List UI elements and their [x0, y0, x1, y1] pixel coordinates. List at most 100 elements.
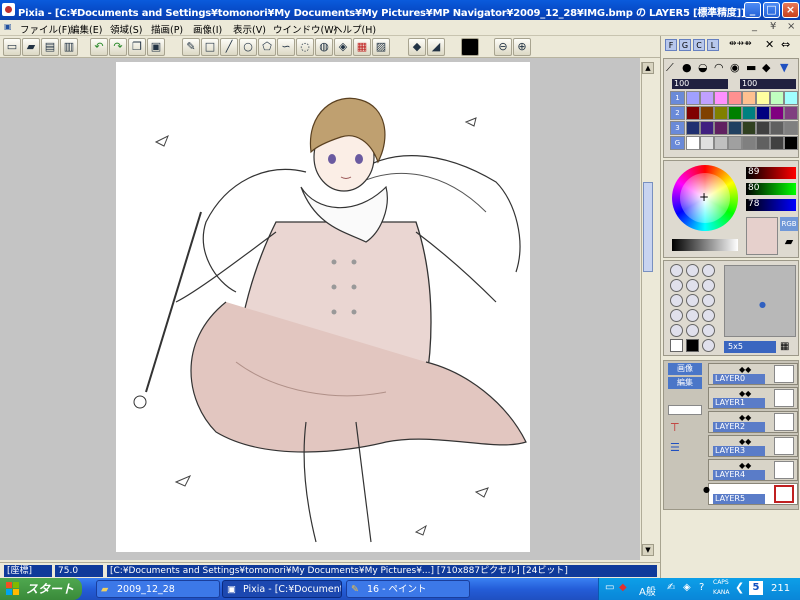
brush-preset[interactable] — [670, 324, 683, 337]
open-icon[interactable]: ▰ — [22, 38, 40, 56]
palette-swatch[interactable] — [728, 106, 742, 120]
zoom-in-icon[interactable]: ⊕ — [513, 38, 531, 56]
palette-swatch[interactable] — [784, 106, 798, 120]
layer-opacity-field[interactable] — [668, 405, 702, 415]
palette-swatch[interactable] — [742, 121, 756, 135]
security-icon[interactable]: ◆ — [619, 582, 627, 593]
dropdown-icon[interactable]: ▼ — [780, 61, 788, 74]
bucket-icon[interactable]: ◍ — [315, 38, 333, 56]
pen-icon[interactable]: ✎ — [182, 38, 200, 56]
ime-tool-icon[interactable]: ◈ — [683, 582, 691, 593]
brush-preset[interactable] — [686, 279, 699, 292]
palette-swatch[interactable] — [770, 136, 784, 150]
brush-preset[interactable] — [670, 309, 683, 322]
palette-swatch[interactable] — [784, 91, 798, 105]
tray-app-icon[interactable]: 5 — [749, 581, 763, 595]
lasso-icon[interactable]: ◌ — [296, 38, 314, 56]
line-icon[interactable]: ╱ — [220, 38, 238, 56]
brush-tool-icon[interactable]: ◉ — [730, 61, 740, 74]
opacity-field[interactable]: 100 — [672, 79, 728, 89]
scroll-down-icon[interactable]: ▼ — [642, 544, 654, 556]
mdi-minimize-button[interactable]: _ — [752, 21, 757, 32]
palette-swatch[interactable] — [770, 121, 784, 135]
app-icon[interactable] — [2, 3, 15, 16]
palette-row-label[interactable]: 1 — [670, 91, 685, 105]
palette-swatch[interactable] — [742, 136, 756, 150]
palette-swatch[interactable] — [756, 106, 770, 120]
brightness-slider[interactable] — [672, 239, 738, 251]
mdi-close-button[interactable]: × — [787, 21, 795, 32]
palette-swatch[interactable] — [714, 106, 728, 120]
brush-preset[interactable] — [702, 264, 715, 277]
layer-item-3[interactable]: ◆◆ LAYER3 — [708, 435, 798, 457]
palette-swatch[interactable] — [728, 136, 742, 150]
layer-item-2[interactable]: ◆◆ LAYER2 — [708, 411, 798, 433]
dot-tool-icon[interactable]: ● — [682, 61, 692, 74]
ime-dictionary-icon[interactable]: ✍ — [667, 582, 675, 593]
panel-tab-c[interactable]: C — [693, 39, 705, 51]
brush-preset[interactable] — [702, 339, 715, 352]
palette-swatch[interactable] — [742, 91, 756, 105]
maximize-button[interactable]: □ — [763, 2, 780, 18]
start-button[interactable]: スタート — [0, 578, 82, 600]
layer-item-1[interactable]: ◆◆ LAYER1 — [708, 387, 798, 409]
rect-icon[interactable]: □ — [201, 38, 219, 56]
eraser-tool-icon[interactable]: ▬ — [746, 61, 756, 74]
task-paint[interactable]: ✎ 16 - ペイント — [346, 580, 470, 598]
curve-icon[interactable]: ∽ — [277, 38, 295, 56]
layer-edit-button[interactable]: 編集 — [668, 377, 702, 389]
paste-icon[interactable]: ▣ — [147, 38, 165, 56]
drawing-canvas[interactable] — [116, 62, 530, 552]
palette-swatch[interactable] — [728, 91, 742, 105]
scroll-up-icon[interactable]: ▲ — [642, 62, 654, 74]
zoom-out-icon[interactable]: ⊖ — [494, 38, 512, 56]
layer-item-0[interactable]: ◆◆ LAYER0 — [708, 363, 798, 385]
brush-preset[interactable] — [686, 309, 699, 322]
grid-icon[interactable]: ▦ — [353, 38, 371, 56]
help-icon[interactable]: ? — [699, 582, 704, 593]
brush-preset[interactable] — [670, 294, 683, 307]
polygon-icon[interactable]: ⬠ — [258, 38, 276, 56]
opacity-field-2[interactable]: 100 — [740, 79, 796, 89]
rgb-button[interactable]: RGB — [780, 217, 798, 231]
keyboard-icon[interactable]: ▭ — [605, 582, 614, 593]
menu-help[interactable]: ヘルプ(H) — [333, 22, 376, 36]
palette-swatch[interactable] — [770, 91, 784, 105]
save-icon[interactable]: ▤ — [41, 38, 59, 56]
eye-icon[interactable]: ◆◆ — [739, 413, 751, 422]
layer-item-5-active[interactable]: ● LAYER5 — [703, 483, 798, 505]
redo-icon[interactable]: ↷ — [109, 38, 127, 56]
palette-swatch[interactable] — [784, 121, 798, 135]
eraser-icon[interactable]: ▨ — [372, 38, 390, 56]
tray-expand-icon[interactable]: ❮ — [735, 581, 744, 594]
palette-swatch[interactable] — [700, 91, 714, 105]
palette-row-label[interactable]: 3 — [670, 121, 685, 135]
brush-size-field[interactable]: 5x5 — [724, 341, 776, 353]
palette-swatch[interactable] — [686, 136, 700, 150]
palette-swatch[interactable] — [756, 121, 770, 135]
brush-preset[interactable] — [670, 279, 683, 292]
diamond-tool-icon[interactable]: ◆ — [762, 61, 770, 74]
palette-swatch[interactable] — [728, 121, 742, 135]
palette-swatch[interactable] — [770, 106, 784, 120]
palette-swatch[interactable] — [714, 136, 728, 150]
brush-preset[interactable] — [686, 324, 699, 337]
menu-file[interactable]: ファイル(F) — [20, 22, 71, 36]
eye-icon[interactable]: ◆◆ — [739, 365, 751, 374]
brush-preset[interactable] — [686, 339, 699, 352]
menu-window[interactable]: ウインドウ(W) — [273, 22, 337, 36]
palette-swatch[interactable] — [714, 121, 728, 135]
layer-item-4[interactable]: ◆◆ LAYER4 — [708, 459, 798, 481]
folder-icon[interactable]: ▰ — [780, 235, 798, 251]
palette-swatch[interactable] — [784, 136, 798, 150]
print-icon[interactable]: ▥ — [60, 38, 78, 56]
palette-swatch[interactable] — [756, 91, 770, 105]
palette-swatch[interactable] — [756, 136, 770, 150]
panel-expand-icon[interactable]: ⇔ — [781, 38, 790, 51]
layer-list-icon[interactable]: ☰ — [670, 441, 680, 454]
task-pixia[interactable]: ▣ Pixia - [C:¥Document... — [222, 580, 342, 598]
color-wheel[interactable]: + — [672, 165, 738, 231]
menu-image[interactable]: 画像(I) — [193, 22, 222, 36]
brush-preset[interactable] — [702, 324, 715, 337]
palette-swatch[interactable] — [742, 106, 756, 120]
